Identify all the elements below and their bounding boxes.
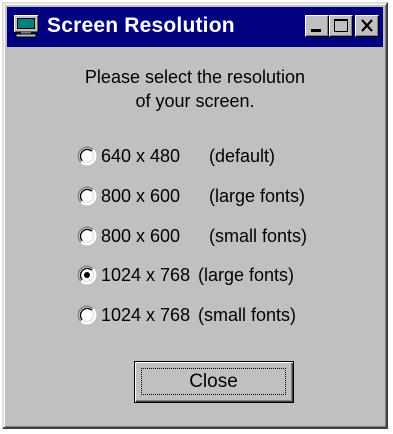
radio-unselected-icon bbox=[77, 186, 97, 206]
maximize-icon bbox=[334, 19, 348, 32]
radio-option-640x480-default[interactable]: 640 x 480 (default) bbox=[77, 144, 275, 168]
option-resolution: 800 x 600 bbox=[101, 185, 181, 206]
radio-unselected-icon bbox=[77, 226, 97, 246]
radio-button[interactable] bbox=[77, 265, 97, 285]
radio-button[interactable] bbox=[77, 146, 97, 166]
option-note: (large fonts) bbox=[209, 185, 306, 206]
option-note: (small fonts) bbox=[209, 225, 308, 246]
minimize-icon bbox=[311, 29, 321, 32]
maximize-button[interactable] bbox=[329, 15, 353, 37]
instruction-text: Please select the resolution of your scr… bbox=[4, 65, 386, 113]
radio-option-800x600-large-fonts[interactable]: 800 x 600 (large fonts) bbox=[77, 184, 305, 208]
monitor-icon[interactable] bbox=[13, 14, 39, 38]
close-window-button[interactable] bbox=[355, 15, 379, 37]
option-resolution: 800 x 600 bbox=[101, 225, 181, 246]
radio-dot bbox=[84, 272, 90, 278]
option-note: (large fonts) bbox=[198, 264, 295, 285]
instruction-line-2: of your screen. bbox=[135, 91, 255, 111]
option-resolution: 1024 x 768 bbox=[101, 304, 191, 325]
radio-button[interactable] bbox=[77, 226, 97, 246]
radio-selected-icon bbox=[77, 265, 97, 285]
close-icon bbox=[361, 19, 373, 32]
title-bar[interactable]: Screen Resolution bbox=[7, 7, 383, 47]
radio-button[interactable] bbox=[77, 305, 97, 325]
radio-unselected-icon bbox=[77, 305, 97, 325]
window-title: Screen Resolution bbox=[47, 14, 235, 37]
radio-option-800x600-small-fonts[interactable]: 800 x 600 (small fonts) bbox=[77, 224, 307, 248]
radio-option-1024x768-large-fonts[interactable]: 1024 x 768 (large fonts) bbox=[77, 263, 294, 287]
minimize-button[interactable] bbox=[305, 15, 329, 37]
radio-option-1024x768-small-fonts[interactable]: 1024 x 768 (small fonts) bbox=[77, 303, 296, 327]
option-resolution: 640 x 480 bbox=[101, 145, 181, 166]
option-note: (small fonts) bbox=[198, 304, 297, 325]
option-note: (default) bbox=[209, 145, 276, 166]
close-button-label: Close bbox=[141, 368, 286, 395]
screen-resolution-dialog: Screen Resolution Please select the reso… bbox=[2, 2, 388, 429]
option-resolution: 1024 x 768 bbox=[101, 264, 191, 285]
instruction-line-1: Please select the resolution bbox=[84, 67, 306, 87]
radio-button[interactable] bbox=[77, 186, 97, 206]
radio-unselected-icon bbox=[77, 146, 97, 166]
close-button[interactable]: Close bbox=[134, 361, 294, 403]
